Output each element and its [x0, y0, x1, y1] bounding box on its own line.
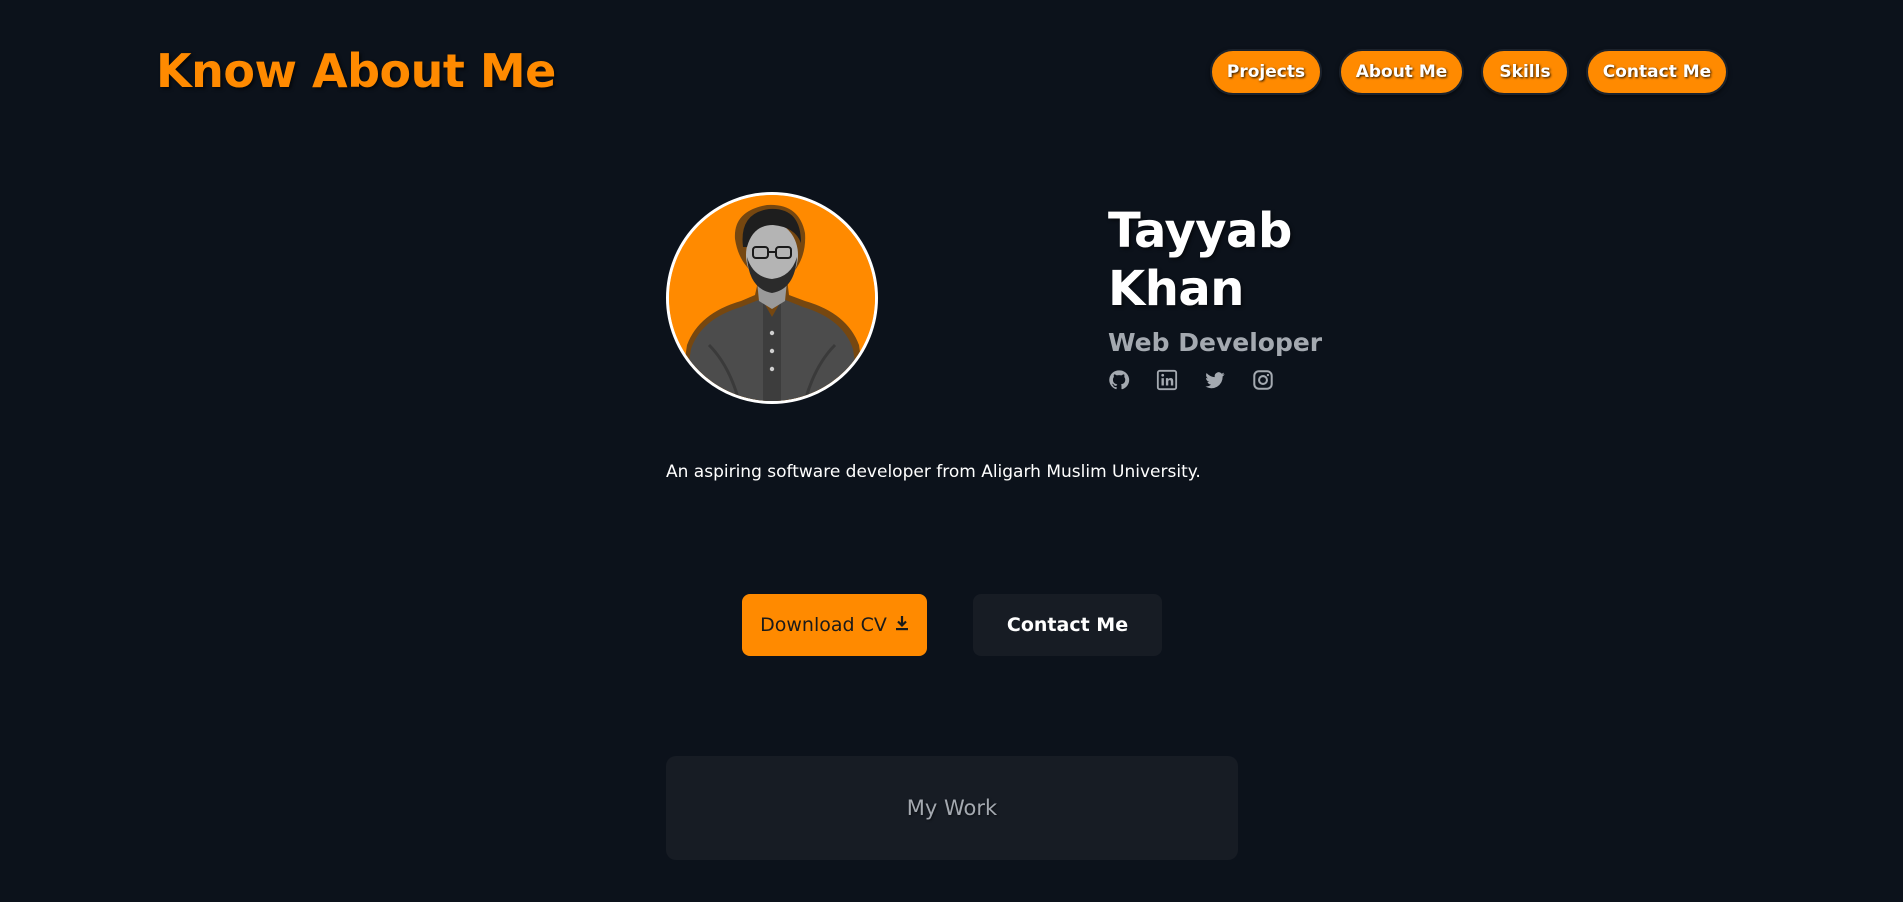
profile-name: Tayyab Khan — [1108, 202, 1292, 318]
main-nav: Projects About Me Skills Contact Me — [1210, 49, 1728, 95]
profile-first-name: Tayyab — [1108, 203, 1292, 259]
contact-me-button[interactable]: Contact Me — [973, 594, 1162, 656]
linkedin-icon[interactable] — [1156, 369, 1178, 391]
download-icon — [895, 614, 909, 636]
person-photo-illustration — [669, 195, 875, 401]
github-icon[interactable] — [1108, 369, 1130, 391]
download-cv-label: Download CV — [760, 614, 887, 636]
profile-role: Web Developer — [1108, 328, 1323, 357]
nav-contact-me-button[interactable]: Contact Me — [1586, 49, 1728, 95]
page: Know About Me Projects About Me Skills C… — [0, 0, 1903, 902]
instagram-icon[interactable] — [1252, 369, 1274, 391]
nav-skills-button[interactable]: Skills — [1481, 49, 1569, 95]
my-work-card[interactable]: My Work — [666, 756, 1238, 860]
download-cv-button[interactable]: Download CV — [742, 594, 927, 656]
profile-photo — [666, 192, 878, 404]
nav-projects-button[interactable]: Projects — [1210, 49, 1322, 95]
twitter-icon[interactable] — [1204, 369, 1226, 391]
profile-last-name: Khan — [1108, 261, 1244, 317]
site-title[interactable]: Know About Me — [156, 44, 556, 98]
my-work-label: My Work — [906, 796, 998, 820]
nav-about-me-button[interactable]: About Me — [1339, 49, 1464, 95]
profile-bio: An aspiring software developer from Alig… — [666, 462, 1201, 482]
social-links — [1108, 369, 1274, 391]
